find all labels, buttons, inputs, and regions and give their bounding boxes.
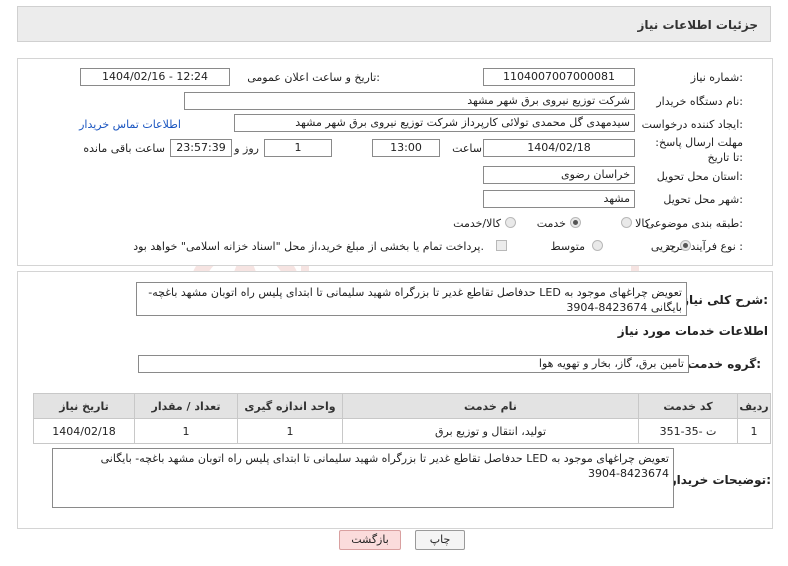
col-index: ردیف [737, 393, 771, 419]
buyer-org-label: نام دستگاه خریدار: [656, 95, 743, 108]
col-name: نام خدمت [342, 393, 639, 419]
deadline-time-field: 13:00 [372, 139, 440, 157]
remaining-label: ساعت باقی مانده [83, 142, 165, 155]
days-label: روز و [234, 142, 259, 155]
cell-name: تولید، انتقال و توزیع برق [342, 418, 639, 444]
time-label: ساعت [452, 142, 482, 155]
col-qty: تعداد / مقدار [134, 393, 238, 419]
process-radio-jozi[interactable] [680, 240, 691, 251]
process-option-jozi: جزیی [650, 240, 676, 253]
city-label: شهر محل تحویل: [663, 193, 743, 206]
category-option-khedmat: خدمت [536, 217, 566, 230]
cell-code: ت -35-351 [638, 418, 738, 444]
cell-date: 1404/02/18 [33, 418, 135, 444]
deadline-label: مهلت ارسال پاسخ: تا تاریخ: [655, 136, 743, 164]
contact-buyer-link[interactable]: اطلاعات تماس خریدار [79, 118, 181, 131]
col-code: کد خدمت [638, 393, 738, 419]
announce-label: تاریخ و ساعت اعلان عمومی: [247, 71, 380, 84]
announce-field: 1404/02/16 - 12:24 [80, 68, 230, 86]
cell-index: 1 [737, 418, 771, 444]
cell-unit: 1 [237, 418, 343, 444]
services-table: ردیف کد خدمت نام خدمت واحد اندازه گیری ت… [33, 393, 771, 444]
category-option-kala: کالا [635, 217, 650, 230]
days-field: 1 [264, 139, 332, 157]
description-textarea: تعویض چراغهای موجود به LED حدفاصل تقاطع … [136, 282, 687, 316]
back-button[interactable]: بازگشت [339, 530, 401, 550]
need-number-label: شماره نیاز: [690, 71, 743, 84]
deadline-date-field: 1404/02/18 [483, 139, 635, 157]
category-radio-kala-khedmat[interactable] [505, 217, 516, 228]
col-unit: واحد اندازه گیری [237, 393, 343, 419]
remaining-time-field: 23:57:39 [170, 139, 232, 157]
category-option-kala-khedmat: کالا/خدمت [453, 217, 501, 230]
page-header: جزئیات اطلاعات نیاز [17, 6, 771, 42]
description-label: شرح کلی نیاز: [682, 293, 768, 307]
category-radio-khedmat[interactable] [570, 217, 581, 228]
creator-label: ایجاد کننده درخواست: [641, 118, 743, 131]
col-date: تاریخ نیاز [33, 393, 135, 419]
province-field: خراسان رضوی [483, 166, 635, 184]
services-section-title: اطلاعات خدمات مورد نیاز [617, 324, 768, 338]
need-number-field: 1104007007000081 [483, 68, 635, 86]
province-label: استان محل تحویل: [656, 170, 743, 183]
service-group-label: گروه خدمت: [687, 357, 761, 371]
page-title: جزئیات اطلاعات نیاز [637, 18, 758, 32]
services-table-header: ردیف کد خدمت نام خدمت واحد اندازه گیری ت… [33, 393, 771, 419]
category-label: طبقه بندی موضوعی: [645, 217, 743, 230]
process-label: نوع فرآیند خرید : [665, 240, 743, 253]
print-button[interactable]: چاپ [415, 530, 465, 550]
city-field: مشهد [483, 190, 635, 208]
process-radio-motevaset[interactable] [592, 240, 603, 251]
buyer-notes-textarea: تعویض چراغهای موجود به LED حدفاصل تقاطع … [52, 448, 674, 508]
table-row: 1 ت -35-351 تولید، انتقال و توزیع برق 1 … [33, 418, 771, 444]
treasury-payment-checkbox[interactable] [496, 240, 507, 251]
buyer-org-field: شرکت توزیع نیروی برق شهر مشهد [184, 92, 635, 110]
creator-field: سیدمهدی گل محمدی تولائی کارپرداز شرکت تو… [234, 114, 635, 132]
category-radio-kala[interactable] [621, 217, 632, 228]
process-option-motevaset: متوسط [550, 240, 585, 253]
treasury-payment-note: پرداخت تمام یا بخشی از مبلغ خرید،از محل … [133, 240, 484, 253]
buyer-notes-label: توضیحات خریدار: [669, 473, 771, 487]
service-group-field: تامین برق، گاز، بخار و تهویه هوا [138, 355, 689, 373]
cell-qty: 1 [134, 418, 238, 444]
